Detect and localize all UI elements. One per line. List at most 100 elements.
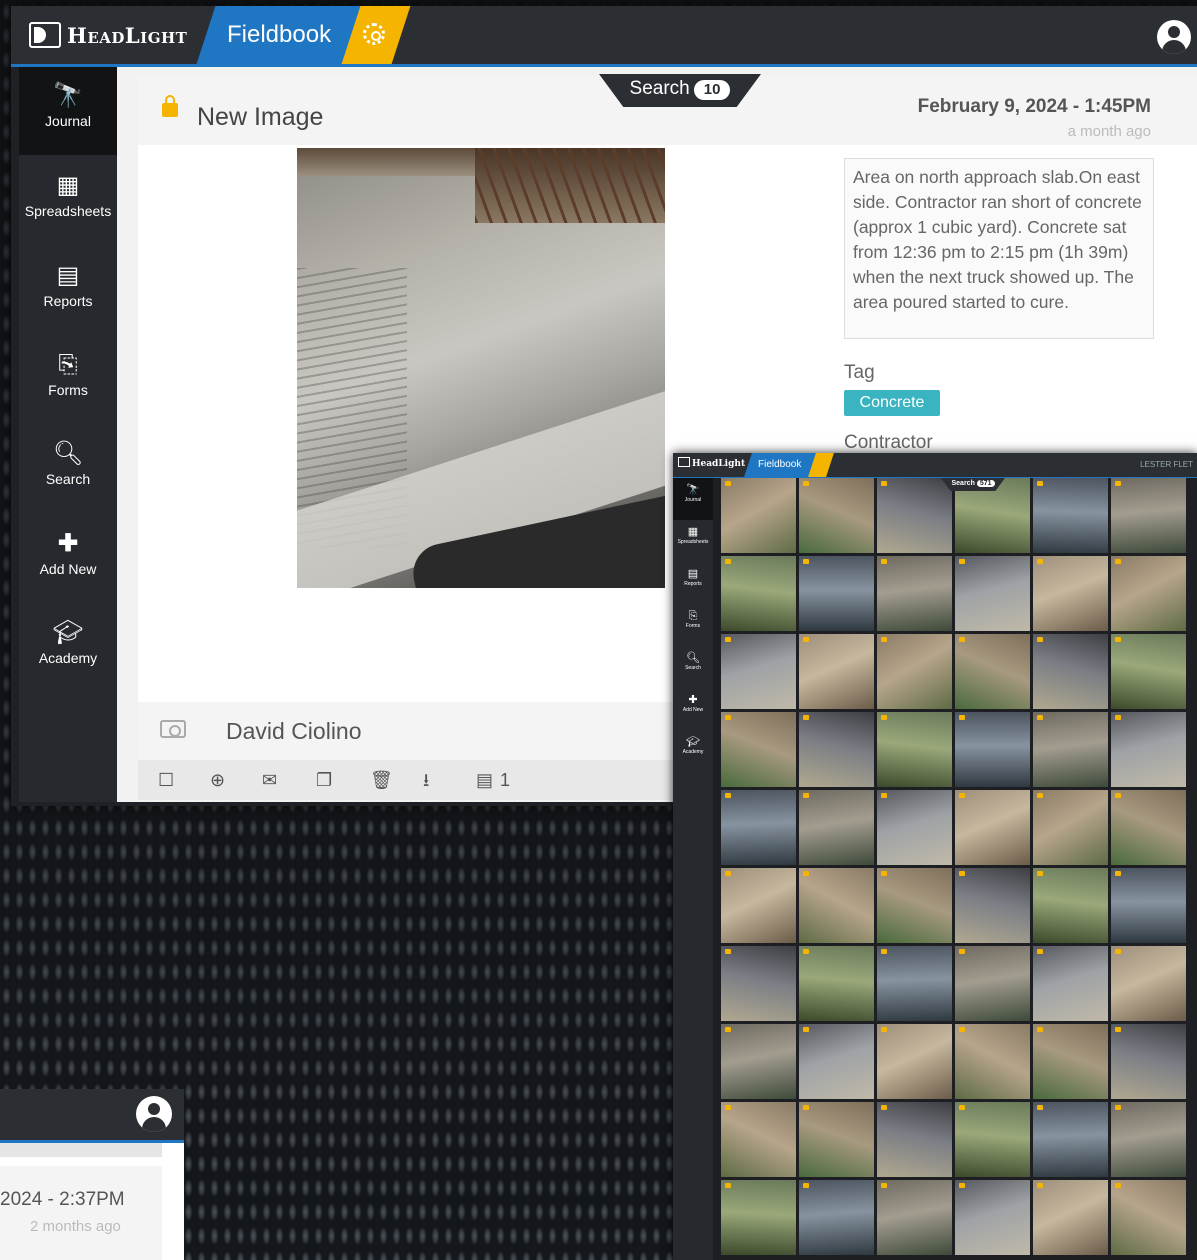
sidebar-item-search[interactable]: 🔍︎ Search [19, 425, 117, 513]
user-avatar-icon[interactable] [1157, 20, 1191, 54]
photo-thumbnail[interactable] [1033, 478, 1108, 553]
photo-thumbnail[interactable] [1111, 478, 1186, 553]
grid-headlight-logo[interactable]: HeadLight [678, 457, 745, 469]
photo-thumbnail[interactable] [877, 868, 952, 943]
photo-thumbnail[interactable] [721, 1102, 796, 1177]
photo-thumbnail[interactable] [799, 1102, 874, 1177]
photo-thumbnail[interactable] [721, 712, 796, 787]
zoom-in-icon[interactable]: ⊕ [210, 770, 225, 790]
photo-thumbnail[interactable] [1033, 556, 1108, 631]
photo-thumbnail[interactable] [955, 1180, 1030, 1255]
grid-sidebar-item-academy[interactable]: 🎓︎ Academy [673, 730, 713, 772]
photo-thumbnail[interactable] [1033, 1024, 1108, 1099]
photo-thumbnail[interactable] [1033, 1180, 1108, 1255]
secondary-user-avatar-icon[interactable] [136, 1096, 172, 1132]
grid-fieldbook-tab[interactable]: Fieldbook [758, 459, 801, 470]
sidebar-item-forms[interactable]: ⎘ Forms [19, 336, 117, 424]
photo-thumbnail[interactable] [955, 946, 1030, 1021]
photo-thumbnail[interactable] [877, 790, 952, 865]
grid-sidebar-item-reports[interactable]: ▤ Reports [673, 562, 713, 604]
entry-photo[interactable] [297, 148, 665, 588]
photo-thumbnail[interactable] [955, 868, 1030, 943]
book-icon: ▤ [56, 262, 80, 289]
headlight-logo[interactable]: HeadLight [21, 6, 221, 64]
lock-icon [1037, 559, 1043, 564]
photo-thumbnail[interactable] [721, 634, 796, 709]
photo-thumbnail[interactable] [877, 478, 952, 553]
photo-thumbnail[interactable] [877, 634, 952, 709]
sidebar-item-journal[interactable]: 🔭 Journal [19, 67, 117, 155]
photo-thumbnail[interactable] [799, 478, 874, 553]
photo-thumbnail[interactable] [721, 478, 796, 553]
photo-thumbnail[interactable] [799, 556, 874, 631]
photo-thumbnail[interactable] [1033, 868, 1108, 943]
photo-thumbnail[interactable] [721, 868, 796, 943]
photo-thumbnail[interactable] [721, 946, 796, 1021]
email-icon[interactable]: ✉ [262, 770, 277, 790]
photo-thumbnail[interactable] [1111, 712, 1186, 787]
photo-thumbnail[interactable] [799, 1024, 874, 1099]
photo-thumbnail[interactable] [721, 1180, 796, 1255]
sidebar-item-spreadsheets[interactable]: ▦ Spreadsheets [19, 157, 117, 245]
sidebar-item-reports[interactable]: ▤ Reports [19, 247, 117, 335]
photo-thumbnail[interactable] [877, 1102, 952, 1177]
download-icon[interactable]: ⭳ [423, 770, 429, 790]
photo-thumbnail[interactable] [1111, 868, 1186, 943]
photo-thumbnail[interactable] [955, 712, 1030, 787]
checkbox-icon[interactable]: ☐ [158, 770, 174, 790]
photo-thumbnail[interactable] [955, 1024, 1030, 1099]
grid-sidebar-item-add-new[interactable]: ✚ Add New [673, 688, 713, 730]
lock-icon [1115, 1027, 1121, 1032]
grid-sidebar-item-forms[interactable]: ⎘ Forms [673, 604, 713, 646]
fieldbook-tab[interactable]: Fieldbook [227, 21, 331, 49]
copy-icon[interactable]: ❐ [316, 770, 332, 790]
tag-concrete[interactable]: Concrete [844, 390, 940, 416]
photo-thumbnail[interactable] [1033, 1102, 1108, 1177]
binoculars-icon: 🔭 [53, 82, 83, 109]
photo-thumbnail[interactable] [1033, 712, 1108, 787]
photo-thumbnail[interactable] [721, 1024, 796, 1099]
trash-icon[interactable]: 🗑︎ [370, 770, 393, 790]
grid-user-name[interactable]: LESTER FLET [1140, 460, 1193, 469]
photo-thumbnail[interactable] [955, 634, 1030, 709]
photo-thumbnail[interactable] [877, 1024, 952, 1099]
photo-thumbnail[interactable] [1111, 946, 1186, 1021]
sidebar-item-academy[interactable]: 🎓︎ Academy [19, 604, 117, 692]
photo-thumbnail[interactable] [1111, 556, 1186, 631]
grid-sidebar-item-search[interactable]: 🔍︎ Search [673, 646, 713, 688]
photo-thumbnail[interactable] [955, 556, 1030, 631]
photo-thumbnail[interactable] [1033, 790, 1108, 865]
photo-thumbnail[interactable] [955, 790, 1030, 865]
photo-thumbnail[interactable] [877, 1180, 952, 1255]
photo-thumbnail[interactable] [799, 868, 874, 943]
lock-icon [1037, 1183, 1043, 1188]
photo-thumbnail[interactable] [799, 634, 874, 709]
grid-search-tab[interactable]: Search 571 [941, 478, 1005, 491]
grid-sidebar-item-spreadsheets[interactable]: ▦ Spreadsheets [673, 520, 713, 562]
photo-thumbnail[interactable] [721, 556, 796, 631]
lock-icon [1115, 871, 1121, 876]
photo-thumbnail[interactable] [877, 556, 952, 631]
photo-thumbnail[interactable] [799, 790, 874, 865]
photo-thumbnail[interactable] [799, 946, 874, 1021]
photo-thumbnail[interactable] [799, 712, 874, 787]
lock-icon [1037, 793, 1043, 798]
book-icon[interactable]: ▤ [476, 770, 493, 790]
photo-thumbnail[interactable] [1033, 634, 1108, 709]
photo-thumbnail[interactable] [877, 946, 952, 1021]
search-results-tab[interactable]: Search 10 [599, 74, 761, 107]
photo-thumbnail[interactable] [1111, 1024, 1186, 1099]
grid-sidebar-item-journal[interactable]: 🔭 Journal [673, 478, 713, 520]
photo-thumbnail[interactable] [1111, 1180, 1186, 1255]
photo-thumbnail[interactable] [799, 1180, 874, 1255]
photo-thumbnail[interactable] [877, 712, 952, 787]
photo-thumbnail[interactable] [1111, 790, 1186, 865]
lock-icon [1115, 1183, 1121, 1188]
photo-thumbnail[interactable] [1033, 946, 1108, 1021]
photo-thumbnail[interactable] [1111, 1102, 1186, 1177]
gear-icon[interactable] [363, 23, 385, 45]
photo-thumbnail[interactable] [721, 790, 796, 865]
photo-thumbnail[interactable] [955, 1102, 1030, 1177]
sidebar-item-add-new[interactable]: ✚ Add New [19, 515, 117, 603]
photo-thumbnail[interactable] [1111, 634, 1186, 709]
